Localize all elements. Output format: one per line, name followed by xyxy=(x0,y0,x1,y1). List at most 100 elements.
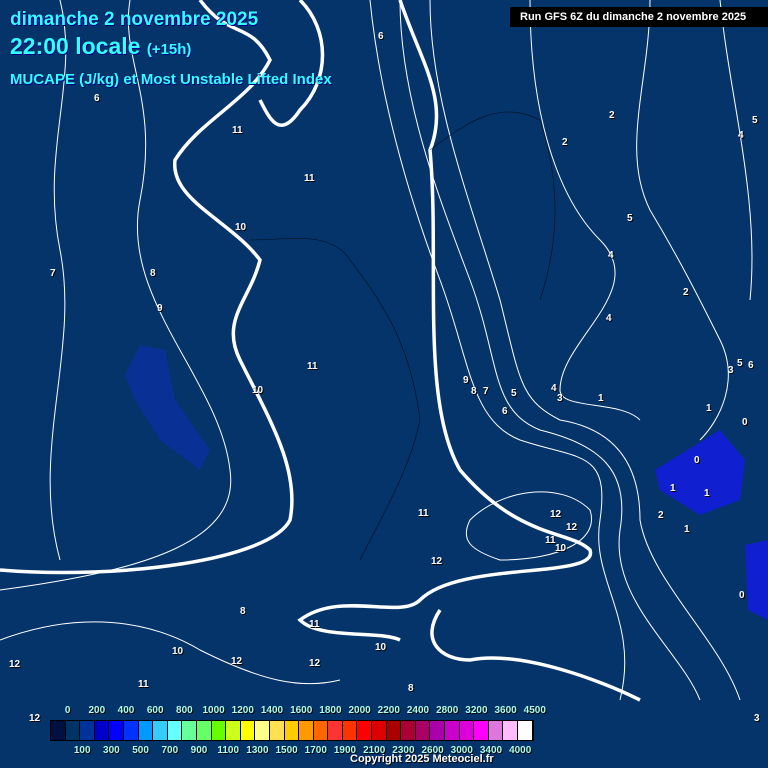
contour-label: 4 xyxy=(738,130,744,141)
legend-swatch xyxy=(474,721,489,740)
legend-swatch xyxy=(182,721,197,740)
legend-swatch xyxy=(357,721,373,740)
cape-area-east xyxy=(655,430,745,515)
legend-swatch xyxy=(211,721,227,740)
contour-line xyxy=(0,621,341,685)
contour-label: 11 xyxy=(138,679,149,690)
legend-swatch xyxy=(415,721,431,740)
contour-label: 12 xyxy=(29,713,41,724)
contour-label: 0 xyxy=(694,455,700,466)
legend-tick-top: 3200 xyxy=(465,705,488,716)
contour-label: 10 xyxy=(172,646,184,657)
coastline xyxy=(249,238,421,561)
run-info: Run GFS 6Z du dimanche 2 novembre 2025 xyxy=(510,7,768,27)
contour-label: 5 xyxy=(511,388,517,399)
legend-swatch xyxy=(226,721,241,740)
contour-label: 7 xyxy=(50,268,56,279)
contour-line xyxy=(0,0,232,591)
contour-line xyxy=(636,0,729,441)
contour-label: 11 xyxy=(232,125,243,136)
legend-tick-bottom: 1100 xyxy=(217,745,240,756)
contour-label: 4 xyxy=(551,383,557,394)
legend-tick-bottom: 1700 xyxy=(304,745,327,756)
contour-label: 12 xyxy=(431,556,443,567)
weather-map: 6 6 11 11 10 7 8 9 10 11 2 2 5 4 2 4 5 4 6 5 3 1 0 9 8 7 5 6 4 3 1 0 1 1 2… xyxy=(0,0,768,768)
contour-label: 3 xyxy=(754,713,760,724)
lead-time: (+15h) xyxy=(146,41,192,58)
legend-swatch xyxy=(255,721,270,740)
cape-area-east2 xyxy=(745,540,768,620)
contour-line xyxy=(369,0,626,701)
legend-swatch xyxy=(109,721,124,740)
legend-tick-top: 800 xyxy=(176,705,193,716)
contour-label: 8 xyxy=(408,683,414,694)
contour-label: 0 xyxy=(742,417,748,428)
legend-tick-top: 1800 xyxy=(319,705,342,716)
contour-label: 8 xyxy=(471,386,477,397)
forecast-date: dimanche 2 novembre 2025 xyxy=(10,9,259,30)
contour-label: 5 xyxy=(737,358,743,369)
legend-tick-top: 2800 xyxy=(436,705,459,716)
legend-swatch xyxy=(518,721,533,740)
legend-swatch xyxy=(65,721,81,740)
contour-label: 5 xyxy=(627,213,633,224)
contour-label: 10 xyxy=(375,642,387,653)
contour-label: 1 xyxy=(670,483,676,494)
legend-swatch xyxy=(167,721,183,740)
legend-swatch xyxy=(240,721,256,740)
contour-label: 6 xyxy=(94,93,100,104)
contour-label: 11 xyxy=(304,173,315,184)
contour-label: 12 xyxy=(550,509,562,520)
legend-swatch xyxy=(459,721,475,740)
legend-tick-top: 2200 xyxy=(377,705,400,716)
contour-label: 6 xyxy=(502,406,508,417)
legend-tick-top: 600 xyxy=(146,705,164,716)
legend-swatch xyxy=(123,721,139,740)
contour-label: 10 xyxy=(252,385,264,396)
contour-label: 2 xyxy=(609,110,615,121)
contour-label: 11 xyxy=(307,361,318,372)
contour-label: 2 xyxy=(683,287,689,298)
map-title: MUCAPE (J/kg) et Most Unstable Lifted In… xyxy=(10,71,332,88)
contour-label: 10 xyxy=(555,543,567,554)
legend-tick-top: 1200 xyxy=(231,705,254,716)
contour-line xyxy=(399,0,701,701)
contour-label: 1 xyxy=(704,488,710,499)
contour-label: 6 xyxy=(748,360,754,371)
coastline xyxy=(429,111,556,301)
legend-tick-top: 1000 xyxy=(202,705,225,716)
legend-tick-bottom: 4000 xyxy=(509,745,532,756)
contour-label: 11 xyxy=(418,508,429,519)
legend-swatch xyxy=(401,721,416,740)
legend-swatch xyxy=(94,721,110,740)
legend-swatch xyxy=(284,721,300,740)
legend-swatch xyxy=(313,721,329,740)
contour-label: 8 xyxy=(150,268,156,279)
contour-label: 12 xyxy=(309,658,321,669)
contour-label: 7 xyxy=(483,386,489,397)
contour-label: 1 xyxy=(598,393,604,404)
contour-label: 1 xyxy=(684,524,690,535)
contour-label: 8 xyxy=(240,606,246,617)
contour-label: 11 xyxy=(309,619,320,630)
contour-label: 12 xyxy=(9,659,21,670)
contour-label: 4 xyxy=(608,250,614,261)
contour-label: 12 xyxy=(566,522,578,533)
contour-label: 3 xyxy=(557,393,563,404)
legend-swatch xyxy=(80,721,95,740)
legend-swatch xyxy=(503,721,518,740)
contour-label: 5 xyxy=(752,115,758,126)
legend-swatch xyxy=(372,721,387,740)
copyright: Copyright 2025 Meteociel.fr xyxy=(350,753,494,765)
legend-tick-top: 1400 xyxy=(260,705,284,716)
contour-label: 9 xyxy=(463,375,469,386)
legend-swatch xyxy=(445,721,460,740)
contour-label: 9 xyxy=(157,303,163,314)
legend-swatch xyxy=(430,721,446,740)
legend-tick-top: 200 xyxy=(88,705,106,716)
contour-line xyxy=(529,0,641,421)
legend-swatch xyxy=(386,721,402,740)
legend-swatch xyxy=(299,721,314,740)
contour-label: 3 xyxy=(728,365,734,376)
legend-tick-top: 4500 xyxy=(523,705,546,716)
